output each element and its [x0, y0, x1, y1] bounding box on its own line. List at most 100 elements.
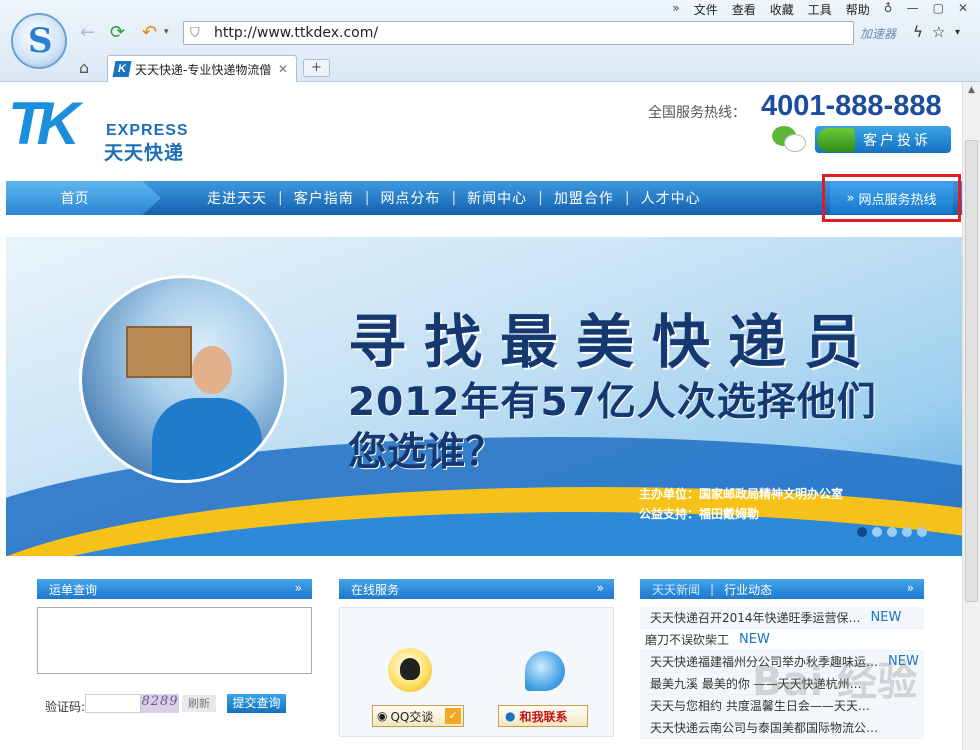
banner-dot[interactable]: [887, 527, 897, 537]
qq-icon[interactable]: [388, 648, 432, 692]
tab-title: 天天快递-专业快递物流僧: [135, 62, 272, 77]
outlet-hotline-button[interactable]: » 网点服务热线: [830, 182, 953, 214]
penguin-icon: ◉: [377, 709, 388, 723]
online-title: 在线服务: [351, 582, 400, 597]
menu-file[interactable]: 文件: [694, 1, 718, 18]
tab-company-news[interactable]: 天天新闻: [652, 581, 700, 598]
refresh-icon[interactable]: ⟳: [110, 22, 125, 43]
banner-dot[interactable]: [917, 527, 927, 537]
wechat-icon[interactable]: [772, 126, 808, 154]
wangwang-small-icon: ●: [505, 709, 516, 723]
nav-item-news[interactable]: 新闻中心: [456, 188, 538, 208]
undo-icon[interactable]: ↶: [142, 22, 157, 43]
tab-industry-news[interactable]: 行业动态: [724, 581, 772, 598]
lightning-icon[interactable]: ϟ: [913, 23, 923, 41]
nav-item-outlets[interactable]: 网点分布: [369, 188, 451, 208]
star-icon[interactable]: ☆: [932, 23, 945, 41]
outlet-hotline-label: 网点服务热线: [858, 192, 937, 208]
scrollbar-thumb[interactable]: [965, 140, 978, 602]
double-chevron-icon[interactable]: »: [295, 581, 302, 595]
highlight-box: » 网点服务热线: [822, 174, 961, 222]
vertical-scrollbar[interactable]: ▲: [962, 82, 980, 750]
star-dropdown-icon[interactable]: ▾: [955, 27, 960, 38]
arrow-icon: [817, 127, 855, 152]
banner-dot[interactable]: [857, 527, 867, 537]
hotline-number: 4001-888-888: [761, 90, 942, 122]
nav-item-guide[interactable]: 客户指南: [283, 188, 365, 208]
wangwang-icon[interactable]: [525, 651, 565, 691]
online-service-panel: 在线服务 » ◉ QQ交谈 ✓ ● 和我联系: [339, 579, 614, 750]
banner-organizer: 主办单位：国家邮政局精神文明办公室: [639, 487, 844, 501]
tab-separator: |: [710, 582, 715, 596]
complaint-button[interactable]: 客户投诉: [815, 126, 951, 153]
undo-dropdown-icon[interactable]: ▾: [164, 27, 169, 37]
captcha-input[interactable]: [85, 694, 141, 713]
skin-icon[interactable]: ♁: [884, 1, 893, 18]
courier-photo: [79, 275, 287, 483]
captcha-image[interactable]: 8289: [141, 694, 179, 713]
waybill-input[interactable]: [37, 607, 312, 674]
complaint-label: 客户投诉: [863, 132, 931, 149]
close-window-icon[interactable]: ✕: [958, 1, 968, 18]
maximize-icon[interactable]: ▢: [933, 1, 944, 18]
hero-banner[interactable]: 寻找最美快递员 2012年有57亿人次选择他们 您选谁？ 主办单位：国家邮政局精…: [6, 237, 962, 556]
back-icon[interactable]: ←: [80, 22, 95, 43]
online-header: 在线服务 »: [339, 579, 614, 599]
scroll-up-icon[interactable]: ▲: [963, 82, 980, 99]
address-bar[interactable]: ⛉ http://www.ttkdex.com/: [183, 21, 854, 45]
new-badge: NEW: [739, 632, 770, 647]
banner-dot[interactable]: [872, 527, 882, 537]
menu-view[interactable]: 查看: [732, 1, 756, 18]
double-chevron-icon[interactable]: »: [597, 581, 604, 595]
more-icon[interactable]: »: [672, 1, 679, 18]
captcha-refresh[interactable]: 刷新: [182, 695, 216, 712]
list-item[interactable]: 天天快递召开2014年快递旺季运营保… NEW: [640, 607, 924, 629]
logo-mark: TK: [8, 90, 80, 157]
browser-logo-icon[interactable]: S: [11, 13, 67, 69]
waybill-panel: 运单查询 » 验证码: 8289 刷新 提交查询: [37, 579, 312, 750]
menu-tools[interactable]: 工具: [808, 1, 832, 18]
news-title[interactable]: 磨刀不误砍柴工: [645, 631, 729, 648]
menu-help[interactable]: 帮助: [846, 1, 870, 18]
banner-dot[interactable]: [902, 527, 912, 537]
banner-headline: 寻找最美快递员: [348, 308, 881, 376]
accelerator-button[interactable]: 加速器: [860, 25, 896, 42]
banner-sponsor: 公益支持：福田戴姆勒: [639, 507, 760, 521]
menu-favorites[interactable]: 收藏: [770, 1, 794, 18]
browser-chrome: S » 文件 查看 收藏 工具 帮助 ♁ — ▢ ✕ ← ⟳ ↶ ▾ ⛉ htt…: [0, 0, 980, 82]
check-icon: ✓: [445, 708, 461, 724]
waybill-header: 运单查询 »: [37, 579, 312, 599]
news-header: 天天新闻 | 行业动态 »: [640, 579, 924, 599]
home-icon[interactable]: ⌂: [79, 58, 89, 77]
new-tab-button[interactable]: +: [303, 59, 330, 77]
browser-tab[interactable]: K 天天快递-专业快递物流僧 ✕: [107, 55, 297, 82]
site-favicon-icon: K: [112, 61, 132, 77]
minimize-icon[interactable]: —: [907, 1, 919, 18]
close-tab-icon[interactable]: ✕: [278, 62, 288, 76]
banner-line2: 2012年有57亿人次选择他们: [348, 380, 877, 425]
nav-item-franchise[interactable]: 加盟合作: [543, 188, 625, 208]
new-badge: NEW: [870, 610, 902, 625]
nav-home[interactable]: 首页: [6, 181, 161, 215]
chevron-right-icon: »: [846, 190, 855, 206]
waybill-title: 运单查询: [49, 582, 98, 597]
news-title[interactable]: 天天快递云南公司与泰国美都国际物流公…: [650, 719, 878, 736]
shield-icon: ⛉: [190, 25, 200, 41]
url-text[interactable]: http://www.ttkdex.com/: [214, 25, 378, 41]
banner-pagination: [857, 527, 927, 537]
nav-items: 走进天天 | 客户指南 | 网点分布 | 新闻中心 | 加盟合作 | 人才中心: [196, 181, 712, 215]
double-chevron-icon[interactable]: »: [907, 581, 914, 595]
list-item[interactable]: 磨刀不误砍柴工 NEW: [640, 629, 924, 651]
menu-bar: » 文件 查看 收藏 工具 帮助 ♁ — ▢ ✕: [672, 1, 968, 18]
site-logo[interactable]: TK EXPRESS 天天快递: [8, 90, 198, 165]
captcha-label: 验证码:: [45, 700, 86, 714]
banner-line3: 您选谁？: [348, 430, 505, 475]
contact-me-label: 和我联系: [519, 709, 568, 724]
nav-item-about[interactable]: 走进天天: [196, 188, 278, 208]
submit-query-button[interactable]: 提交查询: [227, 694, 286, 713]
nav-item-careers[interactable]: 人才中心: [630, 188, 712, 208]
news-title[interactable]: 天天快递召开2014年快递旺季运营保…: [650, 609, 861, 626]
list-item[interactable]: 天天快递云南公司与泰国美都国际物流公…: [640, 717, 924, 739]
contact-me-button[interactable]: ● 和我联系: [498, 705, 588, 727]
qq-chat-button[interactable]: ◉ QQ交谈 ✓: [372, 705, 464, 727]
